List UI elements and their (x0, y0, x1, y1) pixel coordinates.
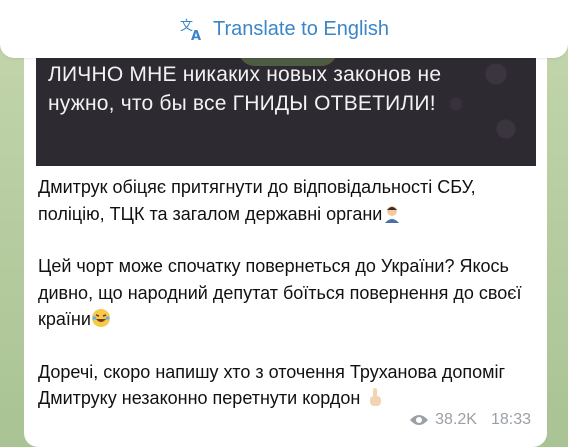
man-emoji (382, 203, 402, 223)
message-meta: 38.2K 18:33 (409, 411, 531, 429)
paragraph-1-text: Дмитрук обіцяє притягнути до відповідаль… (38, 177, 476, 224)
message-text: Дмитрук обіцяє притягнути до відповідаль… (38, 174, 538, 438)
eye-icon (409, 413, 429, 427)
message-paragraph-3: Доречі, скоро напишу хто з оточення Трух… (38, 359, 538, 412)
message-paragraph-2: Цей чорт може спочатку повернеться до Ук… (38, 253, 538, 333)
svg-text:A: A (191, 29, 201, 42)
message-bubble[interactable]: ЛИЧНО МНЕ никаких новых законов не нужно… (24, 44, 547, 447)
media-text: ЛИЧНО МНЕ никаких новых законов не нужно… (48, 63, 442, 115)
message-time: 18:33 (490, 411, 531, 428)
view-count: 38.2K (435, 411, 477, 428)
translate-icon: 文 A (179, 16, 205, 44)
pointing-up-emoji (365, 387, 385, 407)
translate-button[interactable]: 文 A Translate to English (179, 16, 389, 45)
laughing-emoji (91, 308, 111, 328)
translate-bar: 文 A Translate to English (0, 0, 568, 58)
translate-label: Translate to English (212, 17, 389, 40)
message-paragraph-1: Дмитрук обіцяє притягнути до відповідаль… (38, 174, 538, 227)
paragraph-3-text: Доречі, скоро напишу хто з оточення Трух… (38, 361, 506, 409)
